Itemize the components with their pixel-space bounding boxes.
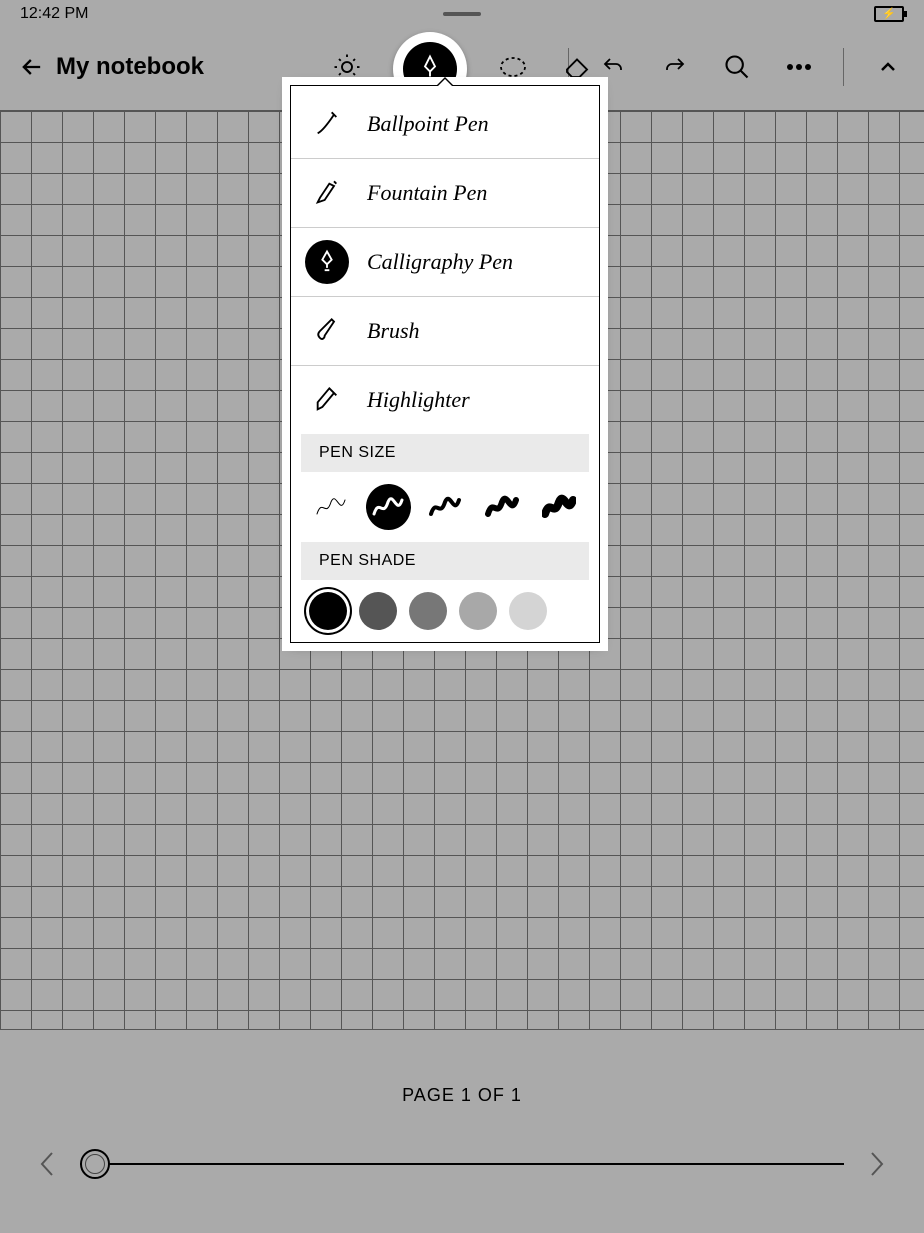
footer: PAGE 1 OF 1 — [0, 1033, 924, 1233]
notebook-title: My notebook — [56, 53, 204, 81]
pen-shade-heading: PEN SHADE — [301, 542, 589, 580]
more-button[interactable] — [781, 49, 817, 85]
highlighter-pen-icon — [305, 378, 349, 422]
pen-size-l[interactable] — [479, 484, 524, 530]
pen-size-heading: PEN SIZE — [301, 434, 589, 472]
pen-shade-pale[interactable] — [509, 592, 547, 630]
brush-pen-icon — [305, 309, 349, 353]
page-slider-row — [0, 1146, 924, 1182]
pen-option-highlighter[interactable]: Highlighter — [291, 366, 599, 434]
clock: 12:42 PM — [20, 5, 88, 23]
collapse-toolbar-button[interactable] — [870, 49, 906, 85]
page-slider-thumb[interactable] — [80, 1149, 110, 1179]
redo-button[interactable] — [657, 49, 693, 85]
fountain-pen-icon — [305, 171, 349, 215]
divider — [843, 48, 844, 86]
drag-handle[interactable] — [443, 12, 481, 16]
ballpoint-pen-icon — [305, 102, 349, 146]
selection-tool-button[interactable] — [495, 49, 531, 85]
pen-shade-light[interactable] — [459, 592, 497, 630]
pen-option-label: Highlighter — [367, 387, 470, 413]
pen-option-calligraphy[interactable]: Calligraphy Pen — [291, 228, 599, 297]
battery-icon: ⚡ — [874, 6, 904, 22]
back-button[interactable] — [18, 53, 46, 81]
pen-option-fountain[interactable]: Fountain Pen — [291, 159, 599, 228]
pen-size-xs[interactable] — [309, 484, 354, 530]
brightness-button[interactable] — [329, 49, 365, 85]
page-indicator: PAGE 1 OF 1 — [402, 1085, 522, 1106]
pen-option-ballpoint[interactable]: Ballpoint Pen — [291, 90, 599, 159]
pen-popover: Ballpoint Pen Fountain Pen Calligraphy Pen… — [290, 85, 600, 643]
next-page-button[interactable] — [858, 1146, 894, 1182]
pen-shade-mid[interactable] — [409, 592, 447, 630]
pen-option-label: Calligraphy Pen — [367, 249, 513, 275]
pen-option-brush[interactable]: Brush — [291, 297, 599, 366]
tool-group-right — [568, 48, 906, 86]
calligraphy-pen-icon — [305, 240, 349, 284]
pen-shade-dark[interactable] — [359, 592, 397, 630]
pen-size-s[interactable] — [366, 484, 411, 530]
pen-option-label: Ballpoint Pen — [367, 111, 489, 137]
pen-size-xl[interactable] — [536, 484, 581, 530]
pen-size-m[interactable] — [423, 484, 468, 530]
eraser-tool-button[interactable] — [559, 49, 595, 85]
undo-button[interactable] — [595, 49, 631, 85]
pen-shade-black[interactable] — [309, 592, 347, 630]
prev-page-button[interactable] — [30, 1146, 66, 1182]
pen-option-label: Brush — [367, 318, 420, 344]
status-bar: 12:42 PM ⚡ — [0, 0, 924, 28]
search-button[interactable] — [719, 49, 755, 85]
page-slider[interactable] — [80, 1163, 844, 1165]
pen-option-label: Fountain Pen — [367, 180, 487, 206]
